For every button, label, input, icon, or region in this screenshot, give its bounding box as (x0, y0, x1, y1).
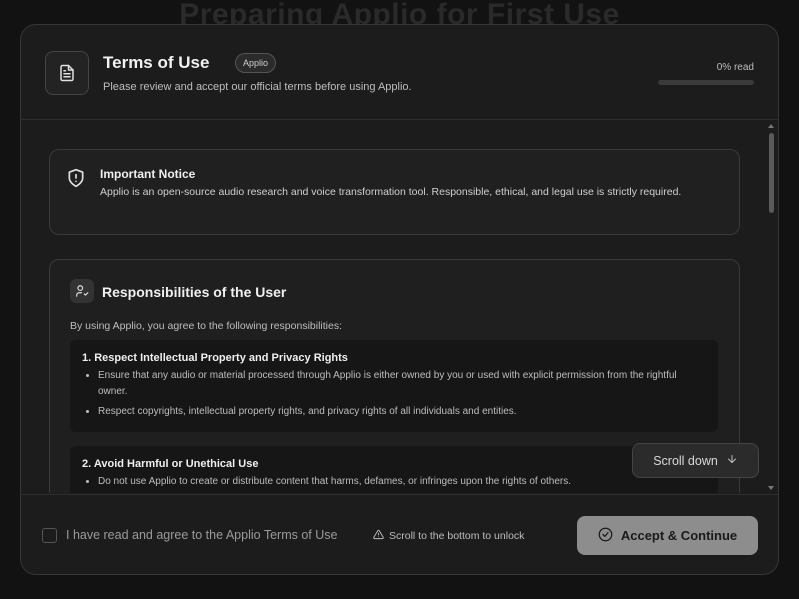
app-badge: Applio (235, 53, 277, 73)
content-scrollbar[interactable] (766, 121, 778, 493)
document-icon (45, 51, 89, 95)
responsibility-item-title: 2. Avoid Harmful or Unethical Use (82, 458, 259, 470)
scroll-down-label: Scroll down (653, 453, 718, 468)
modal-header: Terms of Use Applio Please review and ac… (21, 25, 778, 120)
check-circle-icon (598, 527, 613, 545)
read-progress-bar (658, 80, 754, 85)
responsibility-bullet: Respect copyrights, intellectual propert… (98, 404, 708, 420)
terms-modal: Terms of Use Applio Please review and ac… (20, 24, 779, 575)
accept-continue-label: Accept & Continue (620, 528, 738, 543)
responsibility-item: 1. Respect Intellectual Property and Pri… (70, 340, 718, 432)
page-title: Terms of Use (103, 53, 210, 72)
shield-alert-icon (66, 168, 86, 193)
scroll-down-button[interactable]: Scroll down (632, 443, 759, 478)
warning-icon (373, 529, 384, 543)
responsibilities-intro: By using Applio, you agree to the follow… (70, 320, 342, 332)
scrollbar-thumb[interactable] (769, 133, 774, 213)
responsibility-bullet: Ensure that any audio or material proces… (98, 368, 708, 400)
accept-continue-button[interactable]: Accept & Continue (577, 516, 758, 555)
page-subtitle: Please review and accept our official te… (103, 81, 412, 93)
responsibility-bullet: Do not use Applio to create or distribut… (98, 474, 708, 490)
notice-title: Important Notice (100, 167, 196, 181)
responsibility-item: 2. Avoid Harmful or Unethical Use Do not… (70, 446, 718, 493)
agree-label[interactable]: I have read and agree to the Applio Term… (66, 528, 337, 542)
notice-text: Applio is an open-source audio research … (100, 186, 682, 198)
terms-content[interactable]: Important Notice Applio is an open-sourc… (21, 121, 778, 493)
unlock-hint: Scroll to the bottom to unlock (373, 529, 524, 543)
read-percentage: 0% read (716, 62, 754, 73)
responsibility-item-title: 1. Respect Intellectual Property and Pri… (82, 352, 348, 364)
responsibility-bullets: Do not use Applio to create or distribut… (98, 474, 708, 493)
scroll-up-arrow-icon[interactable] (768, 124, 774, 128)
responsibilities-title: Responsibilities of the User (102, 284, 287, 300)
modal-footer: I have read and agree to the Applio Term… (21, 494, 778, 574)
user-check-icon (70, 279, 94, 303)
scroll-down-arrow-icon[interactable] (768, 486, 774, 490)
arrow-down-icon (726, 453, 738, 468)
agree-checkbox[interactable] (42, 528, 57, 543)
important-notice: Important Notice Applio is an open-sourc… (49, 149, 740, 235)
responsibility-bullets: Ensure that any audio or material proces… (98, 368, 708, 424)
unlock-hint-text: Scroll to the bottom to unlock (389, 530, 525, 542)
